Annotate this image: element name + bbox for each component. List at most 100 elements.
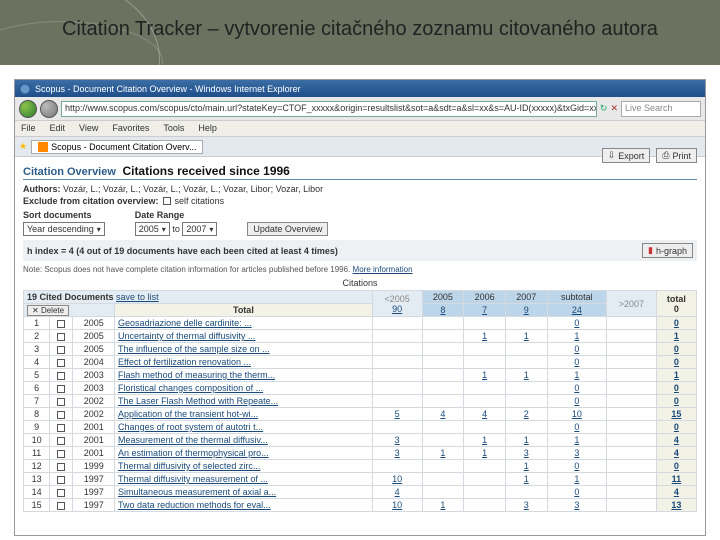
window-title: Scopus - Document Citation Overview - Wi…	[35, 84, 301, 94]
row-checkbox[interactable]	[57, 411, 65, 419]
total-sub[interactable]: 24	[547, 304, 606, 317]
sort-select[interactable]: Year descending	[23, 222, 105, 236]
row-checkbox[interactable]	[57, 463, 65, 471]
menu-file[interactable]: File	[21, 123, 36, 134]
note-text: Note: Scopus does not have complete cita…	[23, 265, 697, 274]
browser-window: Scopus - Document Citation Overview - Wi…	[14, 79, 706, 536]
row-checkbox[interactable]	[57, 359, 65, 367]
document-link[interactable]: The influence of the sample size on ...	[118, 344, 270, 354]
citation-table: 19 Cited Documents save to list <200590 …	[23, 290, 697, 512]
table-row: 62003Floristical changes composition of …	[24, 382, 697, 395]
hindex-text: h index = 4 (4 out of 19 documents have …	[27, 246, 338, 256]
document-link[interactable]: Measurement of the thermal diffusiv...	[118, 435, 268, 445]
refresh-icon[interactable]: ↻	[600, 103, 608, 114]
table-row: 92001Changes of root system of autotri t…	[24, 421, 697, 434]
authors-label: Authors:	[23, 184, 61, 194]
document-link[interactable]: Uncertainty of thermal diffusivity ...	[118, 331, 255, 341]
delete-button[interactable]: ✕ Delete	[27, 305, 69, 316]
export-button[interactable]: ⇩Export	[602, 148, 651, 163]
more-info-link[interactable]: More information	[353, 265, 413, 274]
overview-header: Citation Overview Citations received sin…	[23, 161, 697, 180]
print-button[interactable]: ⎙Print	[656, 148, 697, 163]
col-subtotal: subtotal	[547, 291, 606, 304]
update-overview-button[interactable]: Update Overview	[247, 222, 328, 236]
address-bar[interactable]: http://www.scopus.com/scopus/cto/main.ur…	[61, 101, 597, 117]
document-link[interactable]: Flash method of measuring the therm...	[118, 370, 275, 380]
range-to-select[interactable]: 2007	[182, 222, 217, 236]
nav-toolbar: http://www.scopus.com/scopus/cto/main.ur…	[15, 97, 705, 121]
row-checkbox[interactable]	[57, 346, 65, 354]
row-checkbox[interactable]	[57, 489, 65, 497]
menu-help[interactable]: Help	[198, 123, 217, 134]
hgraph-button[interactable]: ▮h-graph	[642, 243, 693, 258]
table-row: 42004Effect of fertilization renovation …	[24, 356, 697, 369]
menu-view[interactable]: View	[79, 123, 98, 134]
total-2006[interactable]: 7	[464, 304, 506, 317]
row-checkbox[interactable]	[57, 372, 65, 380]
document-link[interactable]: Thermal diffusivity measurement of ...	[118, 474, 268, 484]
search-box[interactable]: Live Search	[621, 101, 701, 117]
ie-icon	[19, 83, 31, 95]
document-link[interactable]: Application of the transient hot-wi...	[118, 409, 258, 419]
total-2007[interactable]: 9	[505, 304, 547, 317]
exclude-label: Exclude from citation overview:	[23, 196, 159, 206]
document-link[interactable]: An estimation of thermophysical pro...	[118, 448, 269, 458]
col-total: total0	[656, 291, 696, 317]
table-row: 22005Uncertainty of thermal diffusivity …	[24, 330, 697, 343]
back-button[interactable]	[19, 100, 37, 118]
row-checkbox[interactable]	[57, 398, 65, 406]
table-row: 72002The Laser Flash Method with Repeate…	[24, 395, 697, 408]
menu-tools[interactable]: Tools	[163, 123, 184, 134]
table-row: 141997Simultaneous measurement of axial …	[24, 486, 697, 499]
row-checkbox[interactable]	[57, 450, 65, 458]
forward-button[interactable]	[40, 100, 58, 118]
citations-heading: Citations	[23, 278, 697, 288]
total-label: Total	[115, 304, 373, 317]
range-to-label: to	[172, 224, 180, 234]
exclude-row: Exclude from citation overview: self cit…	[23, 196, 697, 206]
range-from-select[interactable]: 2005	[135, 222, 170, 236]
col-2006: 2006	[464, 291, 506, 304]
document-link[interactable]: Effect of fertilization renovation ...	[118, 357, 251, 367]
menu-favorites[interactable]: Favorites	[112, 123, 149, 134]
document-link[interactable]: Thermal diffusivity of selected zirc...	[118, 461, 260, 471]
scopus-favicon	[38, 142, 48, 152]
table-row: 121999Thermal diffusivity of selected zi…	[24, 460, 697, 473]
document-link[interactable]: Changes of root system of autotri t...	[118, 422, 263, 432]
save-list-link[interactable]: save to list	[116, 292, 159, 302]
row-checkbox[interactable]	[57, 424, 65, 432]
browser-tab[interactable]: Scopus - Document Citation Overv...	[31, 140, 203, 154]
document-link[interactable]: Floristical changes composition of ...	[118, 383, 263, 393]
menu-bar: File Edit View Favorites Tools Help	[15, 121, 705, 137]
row-checkbox[interactable]	[57, 333, 65, 341]
document-link[interactable]: Simultaneous measurement of axial a...	[118, 487, 276, 497]
row-checkbox[interactable]	[57, 320, 65, 328]
row-checkbox[interactable]	[57, 437, 65, 445]
self-citations-checkbox[interactable]	[163, 197, 171, 205]
row-checkbox[interactable]	[57, 385, 65, 393]
page-content: Citation Overview Citations received sin…	[15, 157, 705, 516]
stop-icon[interactable]: ✕	[610, 103, 618, 114]
overview-title: Citations received since 1996	[122, 164, 289, 178]
col-2007: 2007	[505, 291, 547, 304]
document-link[interactable]: Two data reduction methods for eval...	[118, 500, 271, 510]
table-row: 131997Thermal diffusivity measurement of…	[24, 473, 697, 486]
export-icon: ⇩	[608, 150, 616, 161]
row-checkbox[interactable]	[57, 502, 65, 510]
document-link[interactable]: Geosadriazione delle cardinite: ...	[118, 318, 252, 328]
hindex-bar: h index = 4 (4 out of 19 documents have …	[23, 240, 697, 261]
print-icon: ⎙	[662, 150, 669, 161]
menu-edit[interactable]: Edit	[50, 123, 66, 134]
self-citations-label: self citations	[175, 196, 225, 206]
slide-title: Citation Tracker – vytvorenie citačného …	[0, 18, 720, 40]
sort-label: Sort documents	[23, 210, 105, 220]
range-label: Date Range	[135, 210, 218, 220]
favorites-icon[interactable]: ★	[19, 141, 27, 152]
row-checkbox[interactable]	[57, 476, 65, 484]
document-link[interactable]: The Laser Flash Method with Repeate...	[118, 396, 278, 406]
table-row: 32005The influence of the sample size on…	[24, 343, 697, 356]
total-2005[interactable]: 8	[422, 304, 464, 317]
table-row: 102001Measurement of the thermal diffusi…	[24, 434, 697, 447]
overview-label: Citation Overview	[23, 166, 116, 178]
window-titlebar: Scopus - Document Citation Overview - Wi…	[15, 80, 705, 97]
